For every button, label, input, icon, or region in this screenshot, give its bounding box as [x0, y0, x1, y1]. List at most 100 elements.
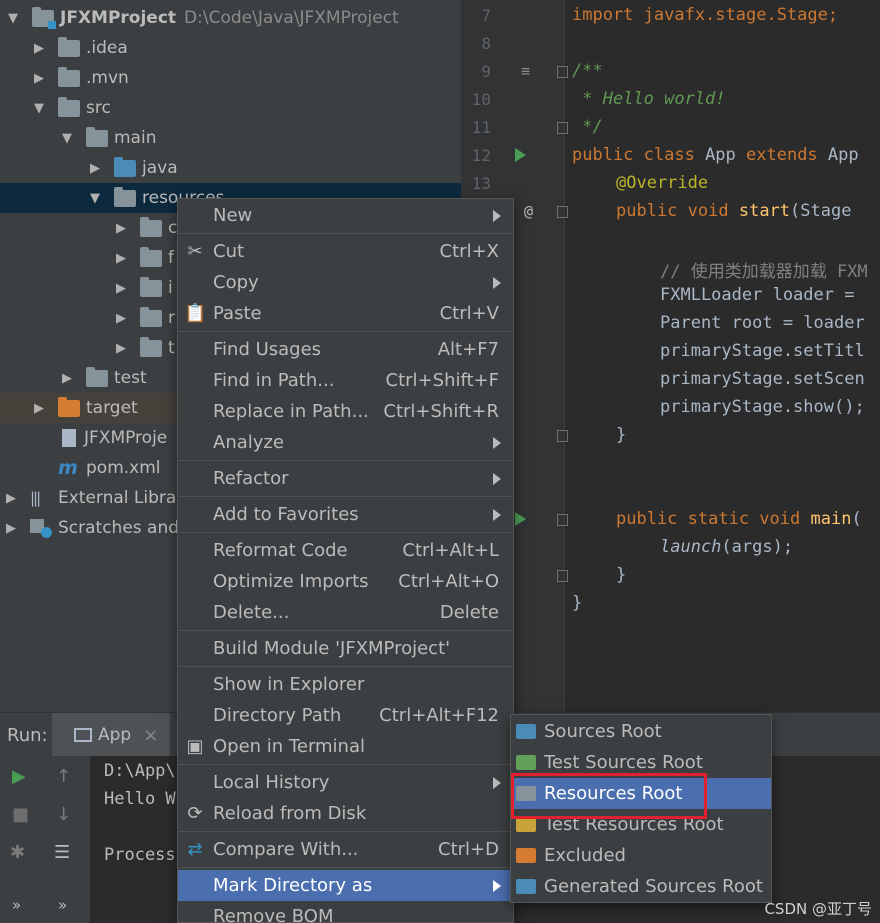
expand-arrow-icon[interactable]: ▼ [32, 101, 46, 116]
code-text: } [572, 593, 583, 613]
close-icon[interactable]: × [143, 725, 158, 746]
run-toolbar: ▶ ↑ ■ ↓ ✱ ☰ » » [0, 756, 90, 923]
soft-wrap-icon[interactable]: ☰ [54, 842, 70, 863]
tree-item-java[interactable]: ▶ java [0, 153, 461, 183]
code-text: /** [572, 61, 603, 81]
code-line: import javafx.stage.Stage; [572, 5, 838, 25]
up-arrow-icon[interactable]: ↑ [56, 766, 71, 787]
code-text: public static void [616, 509, 801, 529]
run-tab-app[interactable]: App × [52, 713, 170, 757]
expand-arrow-icon[interactable]: ▶ [32, 41, 46, 56]
expand-arrow-icon[interactable]: ▶ [114, 281, 128, 296]
tree-item-main[interactable]: ▼ main [0, 123, 461, 153]
submenu-item-sources-root[interactable]: Sources Root [511, 716, 771, 747]
override-icon[interactable]: @ [524, 202, 533, 220]
submenu-item-label: Test Sources Root [544, 752, 703, 773]
expand-arrow-icon[interactable]: ▶ [60, 371, 74, 386]
menu-item-open-in-terminal[interactable]: ▣ Open in Terminal [178, 731, 513, 762]
more-icon[interactable]: » [58, 896, 67, 914]
submenu-arrow-icon [493, 472, 501, 485]
expand-arrow-icon[interactable]: ▼ [88, 191, 102, 206]
expand-arrow-icon[interactable]: ▶ [114, 311, 128, 326]
menu-item-paste[interactable]: 📋 Paste Ctrl+V [178, 298, 513, 329]
line-number: 7 [481, 6, 491, 25]
fold-icon[interactable] [557, 206, 568, 218]
tree-item-idea[interactable]: ▶ .idea [0, 33, 461, 63]
submenu-item-label: Generated Sources Root [544, 876, 763, 897]
menu-item-find-in-path[interactable]: Find in Path... Ctrl+Shift+F [178, 365, 513, 396]
down-arrow-icon[interactable]: ↓ [56, 804, 71, 825]
code-text: (args); [721, 537, 794, 557]
run-tab-label: App [98, 725, 132, 745]
menu-item-shortcut: Ctrl+X [439, 241, 499, 262]
menu-item-cut[interactable]: ✂ Cut Ctrl+X [178, 236, 513, 267]
code-line: primaryStage.show(); [660, 397, 865, 417]
expand-arrow-icon[interactable]: ▼ [6, 11, 20, 26]
rerun-icon[interactable]: ▶ [12, 766, 26, 787]
expand-arrow-icon[interactable]: ▶ [4, 521, 18, 536]
menu-item-delete[interactable]: Delete... Delete [178, 597, 513, 628]
fold-icon[interactable] [557, 122, 568, 134]
tree-item-project-root[interactable]: ▼ JFXMProject D:\Code\Java\JFXMProject [0, 3, 461, 33]
menu-item-replace-in-path[interactable]: Replace in Path... Ctrl+Shift+R [178, 396, 513, 427]
debug-icon[interactable]: ✱ [10, 842, 25, 863]
expand-arrow-icon[interactable]: ▶ [32, 401, 46, 416]
fold-icon[interactable] [557, 514, 568, 526]
tree-item-src[interactable]: ▼ src [0, 93, 461, 123]
code-text: App [817, 145, 859, 165]
fold-icon[interactable] [557, 66, 568, 78]
menu-item-show-in-explorer[interactable]: Show in Explorer [178, 669, 513, 700]
line-number: 10 [471, 90, 491, 109]
menu-item-compare-with[interactable]: ⇄ Compare With... Ctrl+D [178, 834, 513, 865]
code-text: (Stage [790, 201, 862, 221]
code-line: /** [572, 61, 603, 81]
menu-separator [178, 666, 513, 667]
expand-arrow-icon[interactable]: ▶ [88, 161, 102, 176]
code-text: extends [746, 145, 818, 165]
expand-arrow-icon[interactable]: ▶ [32, 71, 46, 86]
menu-item-analyze[interactable]: Analyze [178, 427, 513, 458]
code-line: Parent root = loader [660, 313, 865, 333]
expand-arrow-icon[interactable]: ▶ [114, 251, 128, 266]
tree-item-mvn[interactable]: ▶ .mvn [0, 63, 461, 93]
menu-item-remove-bom[interactable]: Remove BOM [178, 901, 513, 923]
menu-item-label: Directory Path [213, 705, 342, 726]
menu-item-label: Show in Explorer [213, 674, 365, 695]
code-line: public void start(Stage [616, 201, 862, 221]
menu-item-refactor[interactable]: Refactor [178, 463, 513, 494]
reload-icon: ⟳ [187, 803, 203, 824]
stop-icon[interactable]: ■ [12, 804, 29, 825]
menu-item-find-usages[interactable]: Find Usages Alt+F7 [178, 334, 513, 365]
menu-item-mark-directory-as[interactable]: Mark Directory as [178, 870, 513, 901]
menu-item-add-to-favorites[interactable]: Add to Favorites [178, 499, 513, 530]
menu-item-optimize-imports[interactable]: Optimize Imports Ctrl+Alt+O [178, 566, 513, 597]
doc-render-icon[interactable]: ≡ [521, 62, 530, 80]
menu-item-reformat-code[interactable]: Reformat Code Ctrl+Alt+L [178, 535, 513, 566]
fold-icon[interactable] [557, 570, 568, 582]
menu-item-copy[interactable]: Copy [178, 267, 513, 298]
expand-arrow-icon[interactable]: ▶ [114, 221, 128, 236]
clipboard-icon: 📋 [184, 303, 207, 324]
menu-item-build-module[interactable]: Build Module 'JFXMProject' [178, 633, 513, 664]
submenu-item-generated-sources-root[interactable]: Generated Sources Root [511, 871, 771, 902]
code-line: @Override [616, 173, 708, 193]
project-name: JFXMProject [60, 8, 177, 28]
submenu-item-excluded[interactable]: Excluded [511, 840, 771, 871]
fold-icon[interactable] [557, 430, 568, 442]
menu-item-reload-from-disk[interactable]: ⟳ Reload from Disk [178, 798, 513, 829]
expand-arrow-icon[interactable]: ▼ [60, 131, 74, 146]
project-folder-icon [32, 6, 56, 29]
more-icon[interactable]: » [12, 896, 21, 914]
folder-icon [140, 246, 162, 267]
menu-item-directory-path[interactable]: Directory Path Ctrl+Alt+F12 [178, 700, 513, 731]
run-gutter-icon[interactable] [515, 148, 526, 162]
menu-item-label: Add to Favorites [213, 504, 359, 525]
menu-item-label: Find Usages [213, 339, 322, 360]
menu-item-local-history[interactable]: Local History [178, 767, 513, 798]
menu-item-label: Paste [213, 303, 262, 324]
menu-separator [178, 764, 513, 765]
expand-arrow-icon[interactable]: ▶ [114, 341, 128, 356]
menu-item-new[interactable]: New [178, 200, 513, 231]
run-gutter-icon[interactable] [515, 512, 526, 526]
expand-arrow-icon[interactable]: ▶ [4, 491, 18, 506]
